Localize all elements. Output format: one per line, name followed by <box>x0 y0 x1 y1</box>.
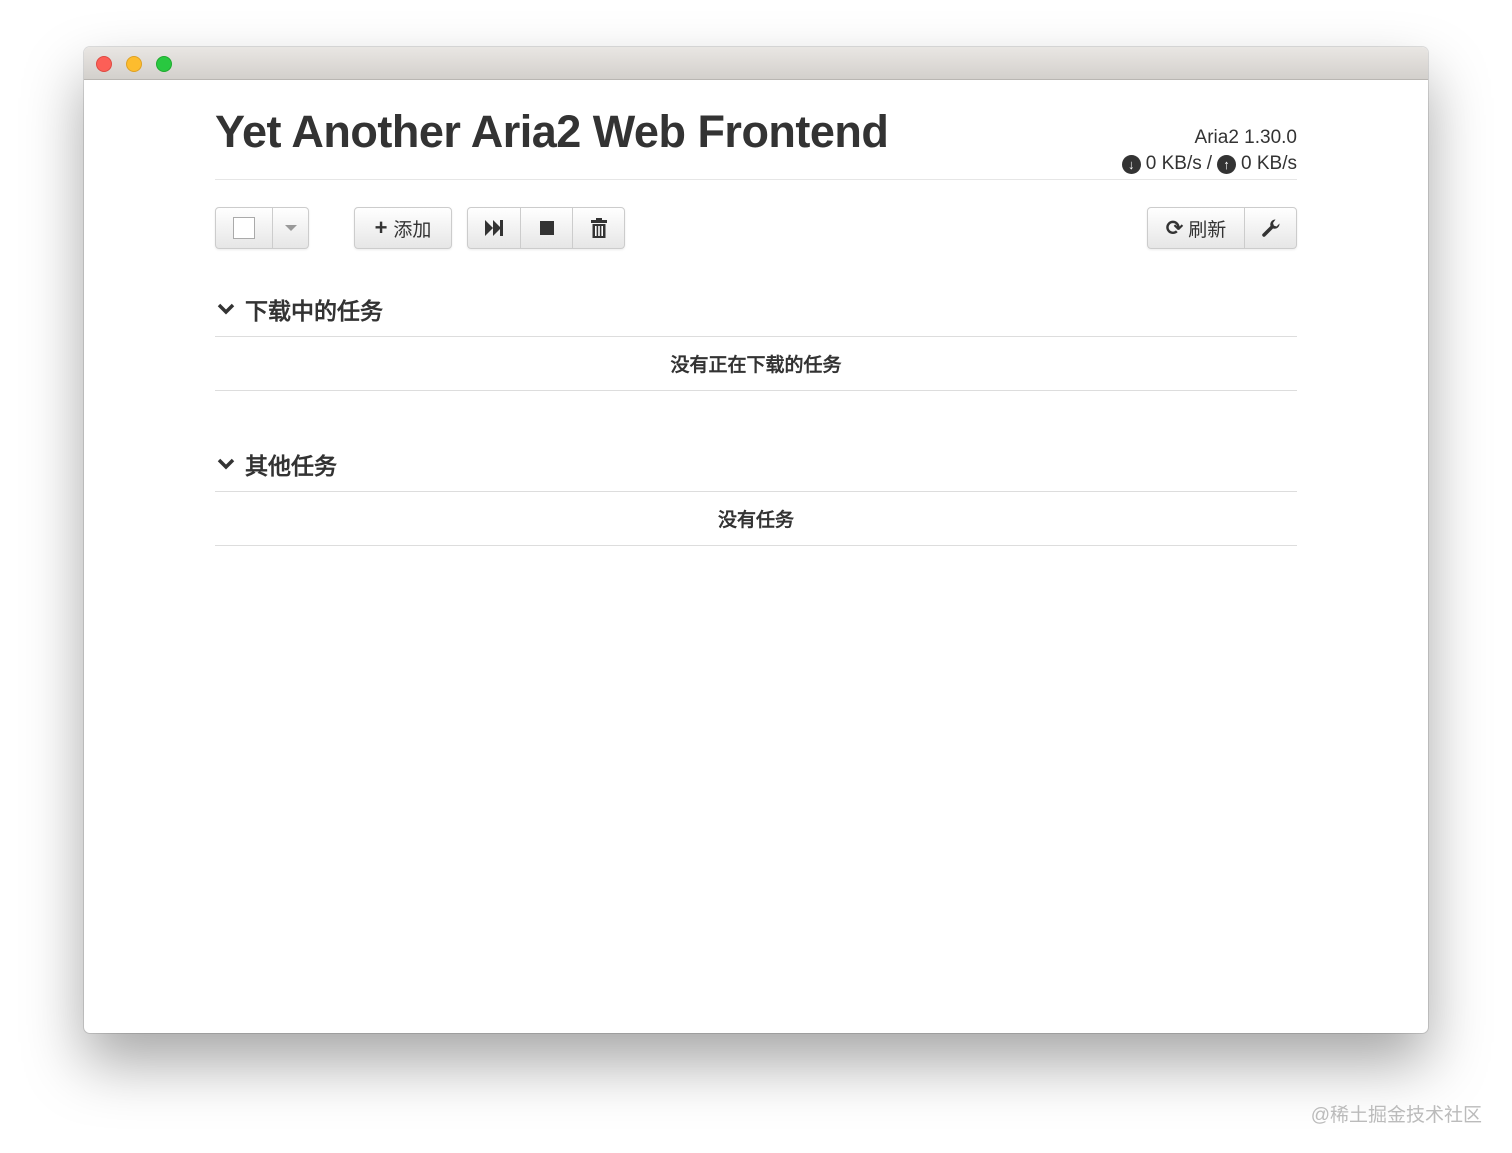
chevron-down-icon <box>215 303 237 315</box>
resume-icon <box>485 220 503 236</box>
watermark: @稀土掘金技术社区 <box>1310 1105 1482 1126</box>
stop-icon <box>539 221 554 235</box>
delete-button[interactable] <box>572 208 624 248</box>
wrench-icon <box>1261 219 1280 237</box>
app-window: Yet Another Aria2 Web Frontend Aria2 1.3… <box>84 47 1428 1033</box>
speed-status: ↓ 0 KB/s / ↑ 0 KB/s <box>1121 153 1297 175</box>
checkbox-icon <box>233 217 255 239</box>
plus-icon: + <box>374 215 388 240</box>
utility-group: ⟳ 刷新 <box>1147 207 1297 249</box>
add-task-button[interactable]: + 添加 <box>355 208 451 248</box>
section-title: 其他任务 <box>245 453 337 479</box>
empty-message: 没有任务 <box>215 492 1297 546</box>
page-header: Yet Another Aria2 Web Frontend Aria2 1.3… <box>215 80 1297 180</box>
caret-down-icon <box>284 225 297 231</box>
aria2-version: Aria2 1.30.0 <box>1194 127 1297 148</box>
speed-separator: / <box>1206 153 1213 174</box>
empty-message: 没有正在下载的任务 <box>215 337 1297 391</box>
main-content: Yet Another Aria2 Web Frontend Aria2 1.3… <box>215 80 1297 546</box>
close-window-button[interactable] <box>96 56 112 72</box>
refresh-button[interactable]: ⟳ 刷新 <box>1148 208 1244 248</box>
select-group <box>215 207 309 249</box>
section-title: 下载中的任务 <box>245 298 383 324</box>
settings-button[interactable] <box>1244 208 1296 248</box>
other-tasks-section-header[interactable]: 其他任务 <box>215 435 1297 492</box>
downloading-section-header[interactable]: 下载中的任务 <box>215 280 1297 337</box>
chevron-down-icon <box>215 458 237 470</box>
toolbar: + 添加 ⟳ 刷新 <box>215 180 1297 280</box>
refresh-button-label: 刷新 <box>1188 219 1227 241</box>
download-speed: 0 KB/s <box>1145 153 1202 174</box>
title-bar <box>84 47 1428 80</box>
select-dropdown-button[interactable] <box>272 208 308 248</box>
upload-icon: ↑ <box>1217 154 1237 174</box>
page-title: Yet Another Aria2 Web Frontend <box>215 106 889 157</box>
add-group: + 添加 <box>354 207 452 249</box>
resume-button[interactable] <box>468 208 520 248</box>
add-button-label: 添加 <box>393 219 432 241</box>
download-icon: ↓ <box>1121 154 1141 174</box>
task-actions-group <box>467 207 625 249</box>
minimize-window-button[interactable] <box>126 56 142 72</box>
maximize-window-button[interactable] <box>156 56 172 72</box>
stop-button[interactable] <box>520 208 572 248</box>
trash-icon <box>590 218 607 238</box>
downloading-section: 下载中的任务 没有正在下载的任务 <box>215 280 1297 391</box>
upload-speed: 0 KB/s <box>1241 153 1297 174</box>
refresh-icon: ⟳ <box>1165 216 1184 240</box>
other-tasks-section: 其他任务 没有任务 <box>215 435 1297 546</box>
select-all-checkbox[interactable] <box>216 208 272 248</box>
